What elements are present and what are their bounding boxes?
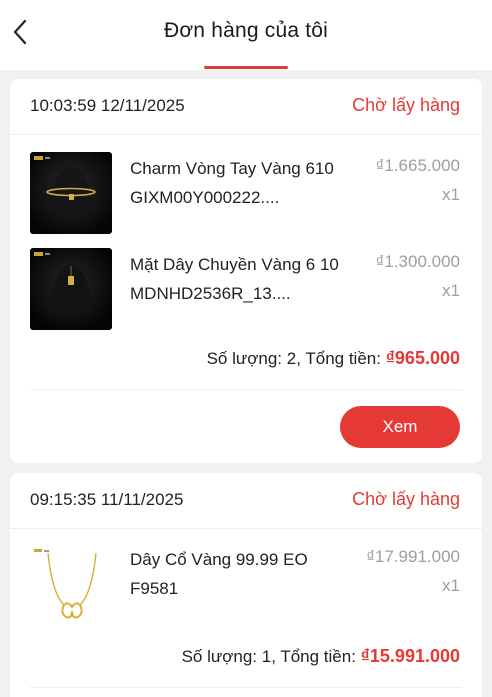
order-header: 09:15:35 11/11/2025 Chờ lấy hàng bbox=[10, 473, 482, 529]
item-price: ₫1.665.000 bbox=[375, 156, 460, 175]
summary-label: Số lượng: 2, Tổng tiền: bbox=[206, 349, 386, 368]
item-quantity: x1 bbox=[442, 281, 460, 300]
divider bbox=[30, 687, 462, 688]
order-status: Chờ lấy hàng bbox=[352, 489, 460, 509]
order-summary: Số lượng: 1, Tổng tiền: ₫15.991.000 bbox=[182, 646, 460, 667]
order-header: 10:03:59 12/11/2025 Chờ lấy hàng bbox=[10, 79, 482, 135]
item-price: ₫17.991.000 bbox=[366, 547, 460, 566]
order-card[interactable]: 10:03:59 12/11/2025 Chờ lấy hàng Charm V… bbox=[10, 79, 482, 463]
order-item[interactable]: Dây Cổ Vàng 99.99 EO F9581 ₫17.991.000 x… bbox=[10, 539, 482, 625]
order-item[interactable]: Mặt Dây Chuyền Vàng 6 10 MDNHD2536R_13..… bbox=[10, 244, 482, 330]
item-name: Dây Cổ Vàng 99.99 EO F9581 bbox=[130, 550, 308, 598]
gold-pendant-image bbox=[30, 248, 112, 330]
active-tab-indicator bbox=[204, 66, 288, 69]
page-title: Đơn hàng của tôi bbox=[163, 19, 329, 42]
divider bbox=[30, 389, 462, 390]
order-timestamp: 10:03:59 12/11/2025 bbox=[30, 96, 185, 115]
gold-necklace-image bbox=[30, 543, 112, 625]
order-timestamp: 09:15:35 11/11/2025 bbox=[30, 490, 184, 509]
order-card[interactable]: 09:15:35 11/11/2025 Chờ lấy hàng Dây Cổ … bbox=[10, 473, 482, 697]
order-total: ₫15.991.000 bbox=[360, 646, 460, 666]
app-header: Đơn hàng của tôi bbox=[0, 0, 492, 70]
order-summary: Số lượng: 2, Tổng tiền: ₫965.000 bbox=[207, 348, 460, 369]
summary-label: Số lượng: 1, Tổng tiền: bbox=[181, 647, 361, 666]
item-name: Mặt Dây Chuyền Vàng 6 10 MDNHD2536R_13..… bbox=[130, 255, 339, 303]
order-item[interactable]: Charm Vòng Tay Vàng 610 GIXM00Y000222...… bbox=[10, 148, 482, 234]
view-order-button[interactable]: Xem bbox=[340, 406, 460, 448]
order-total: ₫965.000 bbox=[385, 348, 460, 368]
item-quantity: x1 bbox=[442, 576, 460, 595]
order-status: Chờ lấy hàng bbox=[352, 95, 460, 115]
item-price: ₫1.300.000 bbox=[375, 252, 460, 271]
gold-bracelet-charm-image bbox=[30, 152, 112, 234]
item-name: Charm Vòng Tay Vàng 610 GIXM00Y000222...… bbox=[130, 159, 334, 207]
item-quantity: x1 bbox=[442, 185, 460, 204]
